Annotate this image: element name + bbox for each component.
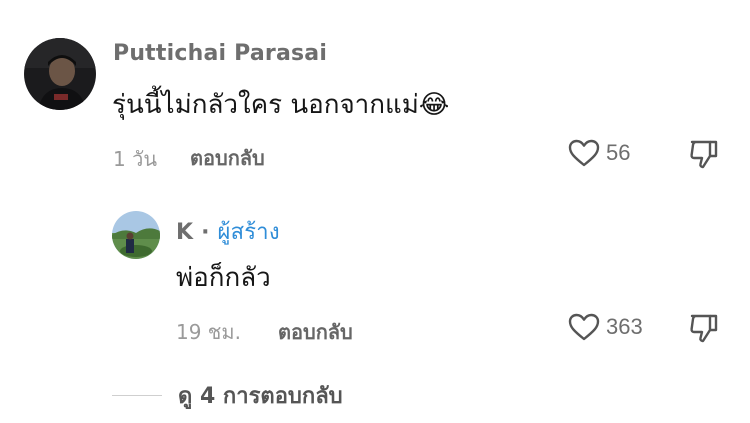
avatar[interactable] (24, 38, 96, 110)
like-count: 56 (606, 140, 631, 165)
like-button[interactable]: 56 (568, 138, 630, 168)
comments-panel: Puttichai Parasai รุ่นนี้ไม่กลัวใคร นอกจ… (0, 0, 750, 423)
laughing-emoji-icon: 😂 (418, 90, 450, 120)
like-button[interactable]: 363 (568, 312, 643, 342)
reply-text: พ่อก็กลัว (176, 263, 271, 293)
comment-text: รุ่นนี้ไม่กลัวใคร นอกจากแม่😂 (112, 84, 449, 125)
reply-button[interactable]: ตอบกลับ (190, 142, 265, 174)
like-count: 363 (606, 314, 643, 339)
reply-author[interactable]: K (176, 220, 193, 245)
comment-username[interactable]: Puttichai Parasai (113, 41, 327, 66)
divider-line (112, 395, 162, 396)
view-replies-label: ดู 4 การตอบกลับ (178, 384, 343, 409)
separator-dot: · (201, 220, 210, 245)
comment-time: 1 วัน (113, 147, 157, 171)
creator-badge: ผู้สร้าง (217, 220, 280, 245)
reply-button[interactable]: ตอบกลับ (278, 316, 353, 348)
comment-body: รุ่นนี้ไม่กลัวใคร นอกจากแม่ (112, 90, 419, 120)
heart-outline-icon (568, 313, 600, 341)
thumbs-down-icon (690, 314, 718, 343)
avatar[interactable] (112, 211, 160, 259)
reply-username: K · ผู้สร้าง (176, 214, 280, 249)
thumbs-down-icon (690, 140, 718, 169)
dislike-button[interactable] (688, 312, 720, 348)
heart-outline-icon (568, 139, 600, 167)
dislike-button[interactable] (688, 138, 720, 174)
reply-time: 19 ชม. (176, 320, 241, 344)
view-replies-button[interactable]: ดู 4 การตอบกลับ (112, 378, 343, 413)
